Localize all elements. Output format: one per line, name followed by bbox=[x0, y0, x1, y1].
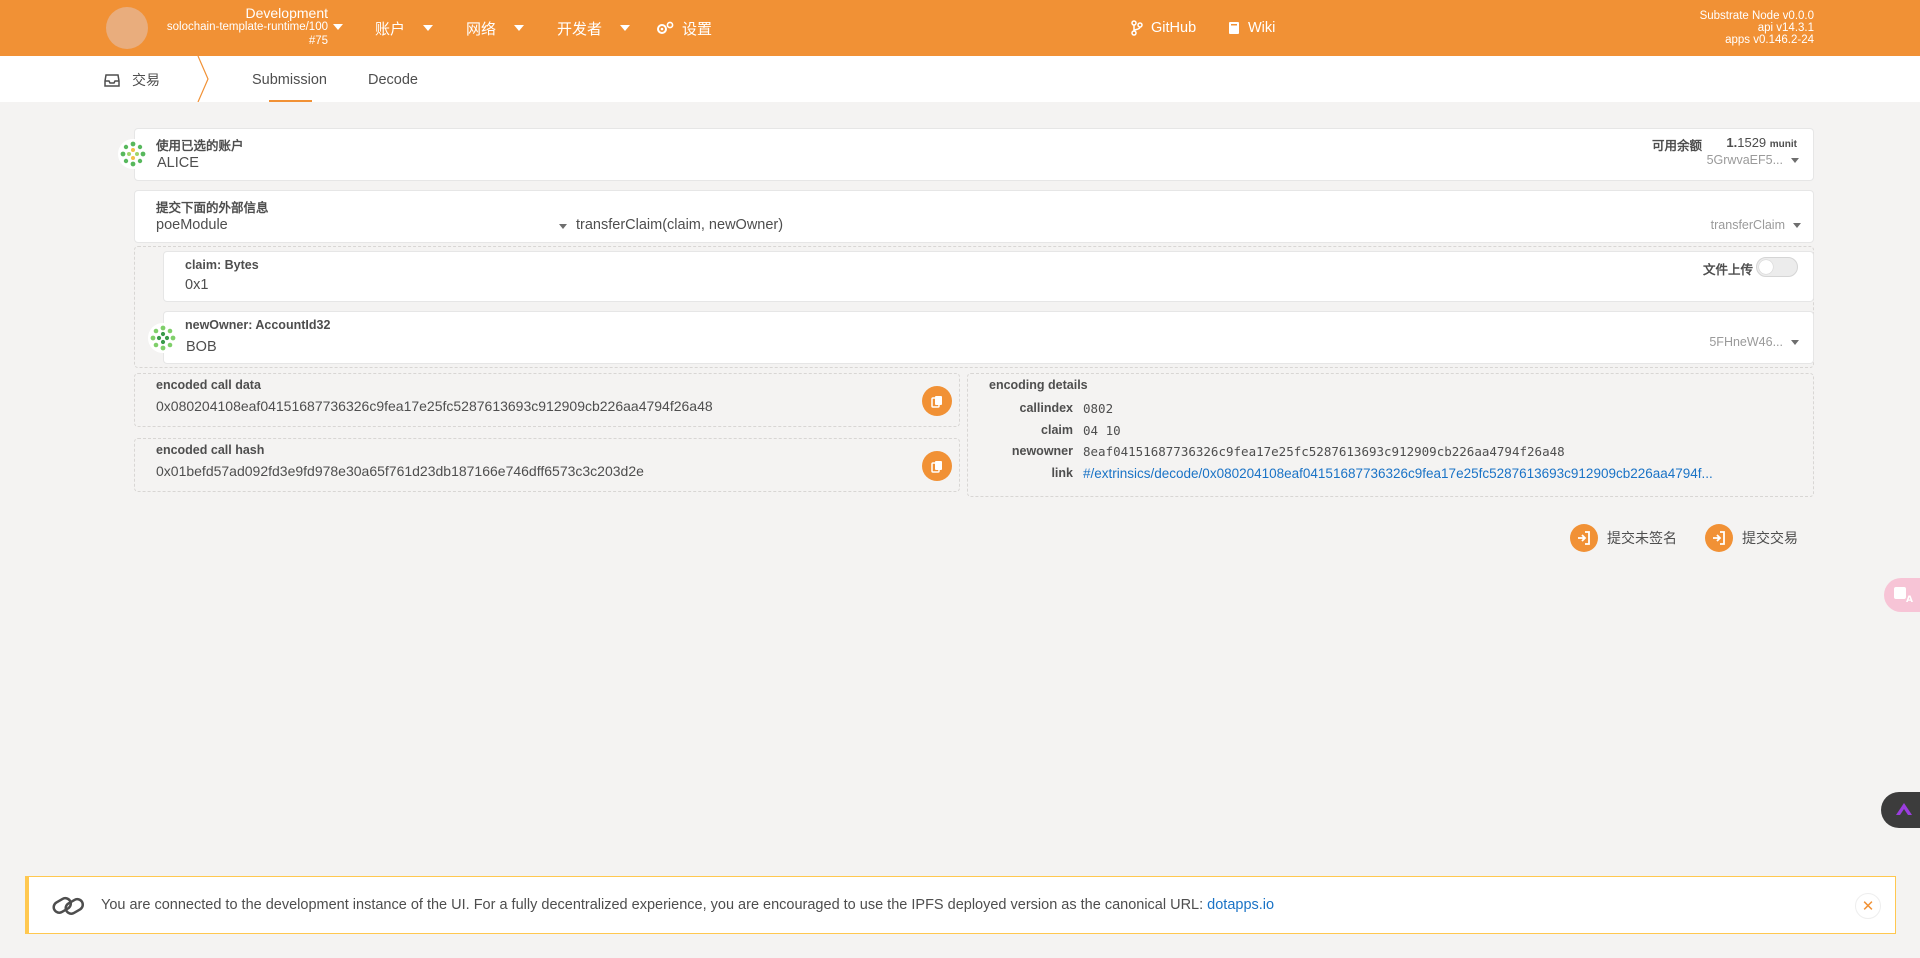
decode-link[interactable]: #/extrinsics/decode/0x080204108eaf041516… bbox=[1083, 466, 1713, 481]
encoded-call-hash: encoded call hash 0x01befd57ad092fd3e9fd… bbox=[134, 438, 960, 492]
account-address: 5GrwvaEF5... bbox=[1707, 153, 1799, 167]
chevron-down-icon bbox=[1791, 339, 1799, 345]
close-banner-button[interactable]: ✕ bbox=[1855, 893, 1881, 919]
svg-text:A: A bbox=[1906, 595, 1913, 604]
chain-caret-icon[interactable] bbox=[333, 24, 343, 30]
chevron-down-icon bbox=[559, 224, 567, 229]
new-owner-selector[interactable]: newOwner: AccountId32 BOB 5FHneW46... bbox=[163, 311, 1814, 364]
extrinsic-selector: 提交下面的外部信息 poeModule transferClaim(claim,… bbox=[134, 190, 1814, 243]
nav-network[interactable]: 网络 bbox=[466, 18, 525, 38]
tab-submission[interactable]: Submission bbox=[252, 72, 327, 88]
chevron-down-icon bbox=[1793, 222, 1801, 228]
copy-call-hash-button[interactable] bbox=[922, 451, 952, 481]
owner-label: newOwner: AccountId32 bbox=[185, 318, 331, 332]
github-link[interactable]: GitHub bbox=[1131, 18, 1196, 38]
balance-value: 1.1529 munit bbox=[1726, 135, 1797, 150]
nav-accounts[interactable]: 账户 bbox=[375, 18, 434, 38]
translate-widget[interactable]: A bbox=[1884, 578, 1920, 612]
node-info: Substrate Node v0.0.0 api v14.3.1 apps v… bbox=[1699, 10, 1814, 46]
inbox-icon bbox=[104, 74, 120, 87]
module-dropdown[interactable]: poeModule bbox=[156, 215, 576, 239]
book-icon bbox=[1229, 22, 1239, 34]
chevron-down-icon bbox=[423, 25, 434, 31]
claim-input[interactable]: claim: Bytes 0x1 文件上传 bbox=[163, 251, 1814, 302]
account-name: ALICE bbox=[157, 155, 199, 171]
dotapps-link[interactable]: dotapps.io bbox=[1207, 897, 1274, 913]
extension-logo-icon bbox=[1896, 803, 1912, 815]
balance-label: 可用余额 bbox=[1651, 139, 1702, 153]
alice-identicon-icon bbox=[118, 139, 148, 169]
translate-icon: A bbox=[1894, 587, 1913, 604]
account-selector[interactable]: 使用已选的账户 ALICE 可用余额 1.1529 munit 5GrwvaEF… bbox=[134, 128, 1814, 181]
chevron-down-icon bbox=[620, 25, 631, 31]
owner-value: BOB bbox=[186, 339, 217, 355]
copy-call-data-button[interactable] bbox=[922, 386, 952, 416]
sign-in-icon bbox=[1713, 531, 1725, 545]
nav-settings[interactable]: 设置 bbox=[656, 18, 712, 38]
chain-selector[interactable]: Development solochain-template-runtime/1… bbox=[150, 6, 328, 48]
encoded-call-data-value: 0x080204108eaf04151687736326c9fea17e25fc… bbox=[156, 398, 713, 414]
chain-runtime: solochain-template-runtime/100 bbox=[166, 21, 328, 33]
extension-widget[interactable] bbox=[1881, 792, 1920, 828]
sub-navigation: 交易 Submission Decode bbox=[0, 56, 1920, 102]
banner-text: You are connected to the development ins… bbox=[101, 897, 1275, 913]
owner-address: 5FHneW46... bbox=[1709, 335, 1799, 349]
claim-label: claim: Bytes bbox=[185, 258, 259, 272]
callindex-value: 0802 bbox=[1083, 401, 1114, 416]
claim-value: 0x1 bbox=[185, 277, 209, 293]
file-upload-label: 文件上传 bbox=[1702, 263, 1753, 277]
gears-icon bbox=[657, 21, 674, 34]
link-icon bbox=[52, 896, 85, 915]
extrinsic-label: 提交下面的外部信息 bbox=[156, 201, 269, 215]
chain-logo[interactable] bbox=[106, 7, 148, 49]
file-upload-toggle[interactable] bbox=[1756, 257, 1798, 277]
section-title: 交易 bbox=[104, 70, 160, 90]
code-branch-icon bbox=[1131, 20, 1143, 36]
sign-in-icon bbox=[1578, 531, 1590, 545]
copy-icon bbox=[931, 460, 942, 473]
chain-name: Development bbox=[245, 5, 329, 21]
method-dropdown[interactable]: transferClaim(claim, newOwner) transferC… bbox=[576, 215, 1801, 239]
account-label: 使用已选的账户 bbox=[156, 139, 244, 153]
claim-encoded-value: 04 10 bbox=[1083, 423, 1121, 438]
chain-block: #75 bbox=[308, 35, 328, 47]
chevron-down-icon bbox=[1791, 157, 1799, 163]
newowner-encoded-value: 8eaf04151687736326c9fea17e25fc5287613693… bbox=[1083, 444, 1565, 459]
submit-unsigned-button[interactable]: 提交未签名 bbox=[1570, 524, 1677, 552]
breadcrumb-chevron-icon bbox=[197, 56, 209, 102]
wiki-link[interactable]: Wiki bbox=[1228, 18, 1275, 38]
submit-transaction-button[interactable]: 提交交易 bbox=[1705, 524, 1798, 552]
encoding-details: encoding details callindex 0802 claim 04… bbox=[967, 373, 1814, 497]
copy-icon bbox=[931, 395, 942, 408]
encoded-call-hash-value: 0x01befd57ad092fd3e9fd978e30a65f761d23db… bbox=[156, 463, 644, 479]
tab-decode[interactable]: Decode bbox=[368, 72, 418, 88]
bob-identicon-icon bbox=[148, 323, 178, 353]
close-icon: ✕ bbox=[1861, 898, 1875, 915]
encoded-call-data: encoded call data 0x080204108eaf04151687… bbox=[134, 373, 960, 427]
nav-developer[interactable]: 开发者 bbox=[557, 18, 631, 38]
chevron-down-icon bbox=[514, 25, 525, 31]
top-bar: Development solochain-template-runtime/1… bbox=[0, 0, 1920, 56]
dev-instance-banner: You are connected to the development ins… bbox=[25, 876, 1896, 934]
active-tab-indicator bbox=[269, 100, 312, 102]
